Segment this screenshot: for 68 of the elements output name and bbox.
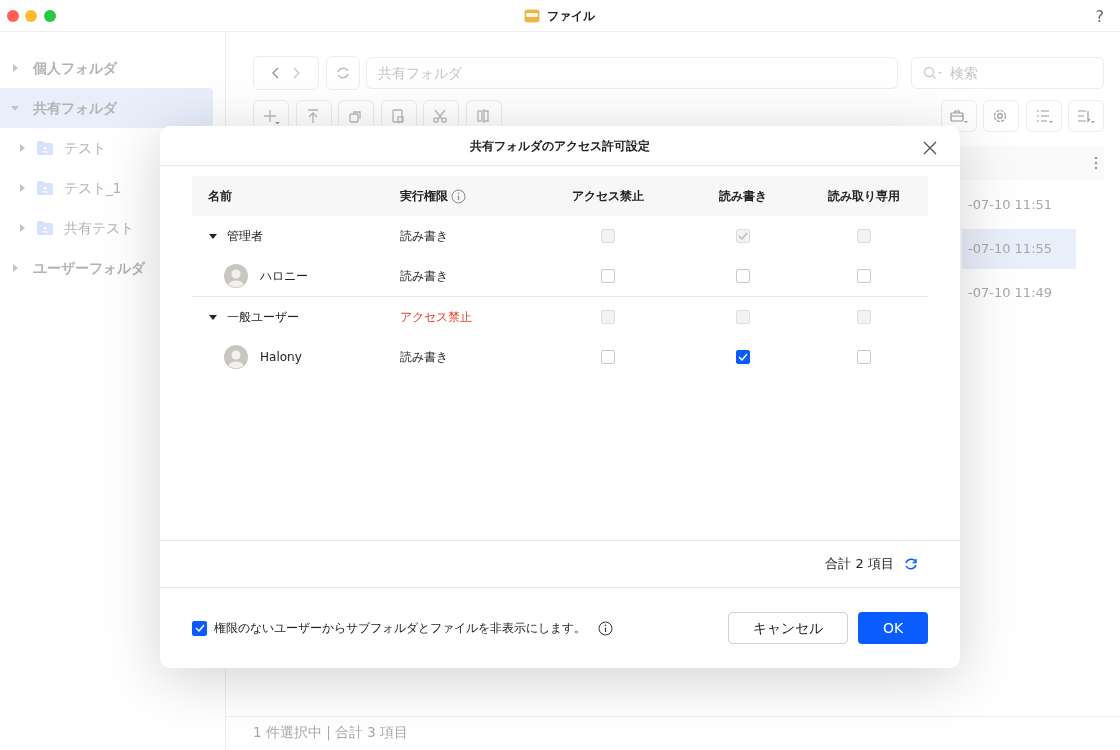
- forward-icon[interactable]: [292, 67, 300, 79]
- user-name: ハロニー: [260, 268, 308, 285]
- sidebar-item[interactable]: テスト: [0, 128, 114, 168]
- back-icon[interactable]: [272, 67, 280, 79]
- permission-text: 読み書き: [400, 349, 449, 366]
- collapse-arrow-icon[interactable]: [209, 313, 217, 321]
- window-control-button[interactable]: [43, 9, 56, 22]
- user-name: Halony: [260, 349, 302, 366]
- permission-text: アクセス禁止: [400, 309, 473, 326]
- checkbox[interactable]: [857, 350, 871, 364]
- toolbar-button[interactable]: [1025, 99, 1062, 132]
- checkbox[interactable]: [735, 350, 750, 364]
- column-header: アクセス禁止: [571, 188, 644, 205]
- expand-arrow-icon[interactable]: [18, 224, 26, 232]
- shared-folder-icon: [36, 140, 54, 156]
- search-field[interactable]: 検索: [911, 57, 1104, 89]
- dialog-title: 共有フォルダのアクセス許可設定: [470, 137, 650, 155]
- group-name: 管理者: [227, 228, 263, 245]
- checkbox[interactable]: [192, 620, 207, 636]
- collapse-arrow-icon[interactable]: [209, 232, 217, 240]
- window-control-button[interactable]: [25, 9, 37, 22]
- sidebar-item[interactable]: テスト_1: [0, 168, 130, 208]
- cancel-button[interactable]: キャンセル: [728, 612, 849, 644]
- column-header: 名前: [207, 188, 233, 205]
- checkbox[interactable]: [857, 269, 871, 283]
- close-icon: [923, 140, 937, 155]
- checkbox[interactable]: [600, 350, 615, 364]
- sidebar-item[interactable]: ユーザーフォルダ: [0, 248, 153, 288]
- expand-arrow-icon[interactable]: [18, 144, 26, 152]
- checkbox[interactable]: [735, 269, 750, 283]
- date-cell[interactable]: -07-10 11:49: [962, 273, 1076, 313]
- option-label: 権限のないユーザーからサブフォルダとファイルを非表示にします。: [213, 620, 586, 637]
- avatar-icon: [224, 264, 248, 288]
- refresh-icon: [335, 66, 350, 80]
- column-header: 実行権限: [400, 188, 448, 205]
- folder-icon: [524, 8, 540, 24]
- refresh-button[interactable]: [325, 56, 360, 90]
- sidebar-item[interactable]: 共有テスト: [0, 208, 142, 248]
- toolbar-button[interactable]: [940, 99, 977, 132]
- toolbar-button[interactable]: [983, 99, 1019, 132]
- date-cell[interactable]: -07-10 11:51: [962, 185, 1076, 225]
- shared-folder-icon: [36, 220, 54, 236]
- info-icon[interactable]: [597, 620, 613, 636]
- permission-text: 読み書き: [400, 228, 449, 245]
- expand-arrow-icon[interactable]: [11, 264, 19, 272]
- checkbox[interactable]: [600, 269, 615, 283]
- column-header: 読み取り専用: [828, 188, 900, 205]
- ok-button[interactable]: OK: [858, 612, 928, 644]
- refresh-icon[interactable]: [904, 557, 918, 571]
- total-count: 合計 2 項目: [825, 555, 894, 574]
- more-icon[interactable]: [1093, 154, 1098, 171]
- expand-arrow-icon[interactable]: [11, 64, 19, 72]
- shared-folder-icon: [36, 180, 54, 196]
- expand-arrow-icon[interactable]: [18, 184, 26, 192]
- sidebar-item[interactable]: 個人フォルダ: [0, 48, 125, 88]
- date-cell[interactable]: -07-10 11:55: [962, 229, 1076, 269]
- column-header: 読み書き: [718, 188, 767, 205]
- status-text: 1 件選択中 | 合計 3 項目: [253, 724, 409, 742]
- avatar-icon: [224, 345, 248, 369]
- sidebar-item[interactable]: 共有フォルダ: [0, 88, 213, 128]
- window-control-button[interactable]: [6, 9, 19, 22]
- toolbar-button[interactable]: [1068, 99, 1104, 132]
- group-name: 一般ユーザー: [227, 309, 299, 326]
- navigation-buttons[interactable]: [253, 56, 319, 90]
- permission-text: 読み書き: [400, 268, 449, 285]
- search-icon: [923, 66, 943, 80]
- window-title: ファイル: [546, 8, 595, 25]
- help-button[interactable]: ?: [1095, 5, 1104, 29]
